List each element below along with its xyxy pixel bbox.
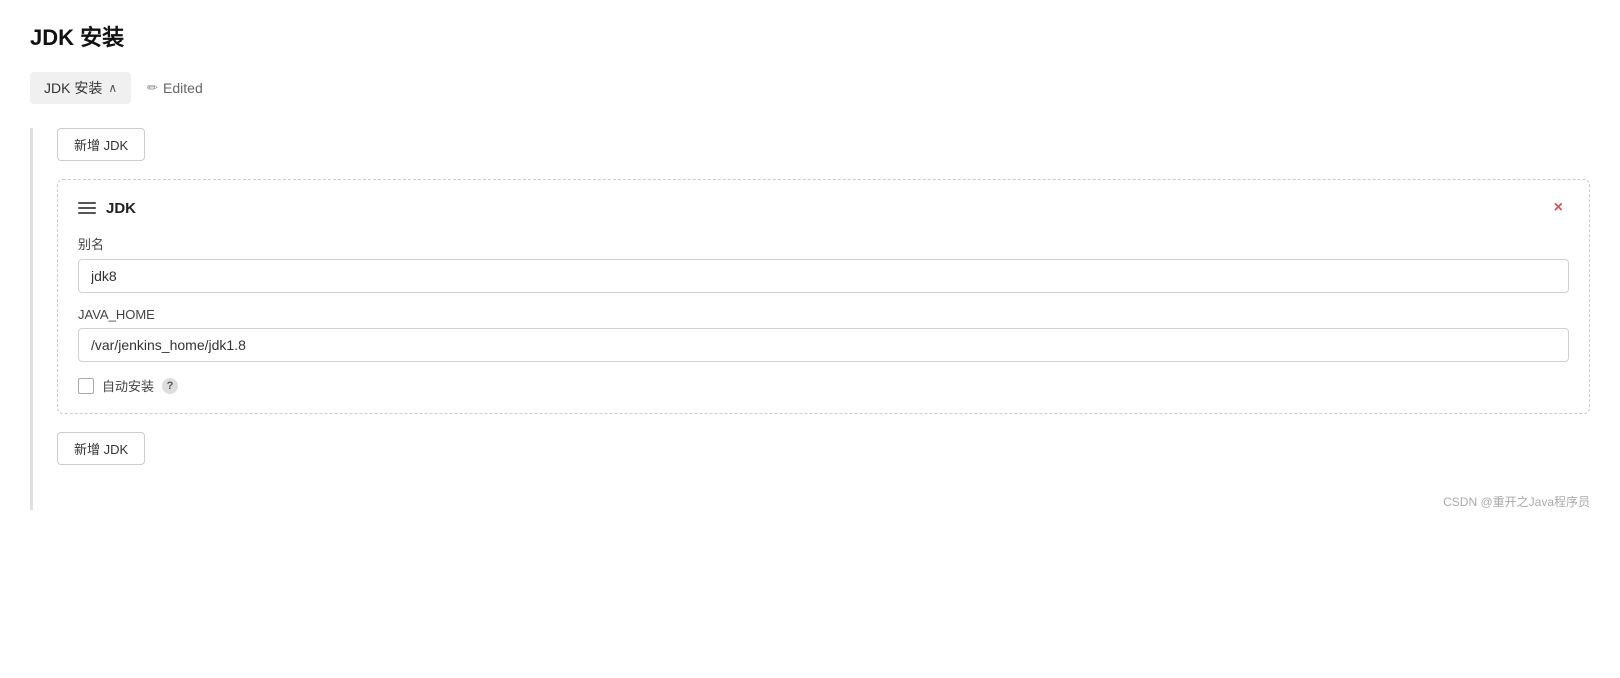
chevron-up-icon: ∧ (108, 81, 117, 95)
alias-field-group: 别名 (78, 234, 1569, 293)
java-home-input[interactable] (78, 328, 1569, 362)
jdk-card-header: JDK × (78, 198, 1569, 218)
main-content: 新增 JDK JDK × 别名 JAVA_HOME 自动安装 ? (30, 128, 1590, 510)
alias-label: 别名 (78, 234, 1569, 253)
close-jdk-button[interactable]: × (1548, 198, 1569, 218)
drag-handle-icon[interactable] (78, 202, 96, 214)
jdk-card-title: JDK (106, 200, 136, 217)
auto-install-checkbox[interactable] (78, 378, 94, 394)
alias-input[interactable] (78, 259, 1569, 293)
edited-badge: ✏ Edited (147, 80, 203, 96)
edited-label: Edited (163, 80, 203, 96)
jdk-card-title-area: JDK (78, 200, 136, 217)
auto-install-label: 自动安装 (102, 376, 154, 395)
java-home-label: JAVA_HOME (78, 307, 1569, 322)
breadcrumb-bar: JDK 安装 ∧ ✏ Edited (30, 72, 1590, 104)
help-icon[interactable]: ? (162, 378, 178, 394)
watermark: CSDN @重开之Java程序员 (57, 493, 1590, 510)
java-home-field-group: JAVA_HOME (78, 307, 1569, 362)
add-jdk-button-bottom[interactable]: 新增 JDK (57, 432, 145, 465)
auto-install-row: 自动安装 ? (78, 376, 1569, 395)
page-title: JDK 安装 (30, 20, 1590, 52)
pencil-icon: ✏ (147, 80, 158, 96)
breadcrumb-tab-label: JDK 安装 (44, 78, 102, 98)
breadcrumb-tab[interactable]: JDK 安装 ∧ (30, 72, 131, 104)
jdk-card: JDK × 别名 JAVA_HOME 自动安装 ? (57, 179, 1590, 414)
add-jdk-button-top[interactable]: 新增 JDK (57, 128, 145, 161)
